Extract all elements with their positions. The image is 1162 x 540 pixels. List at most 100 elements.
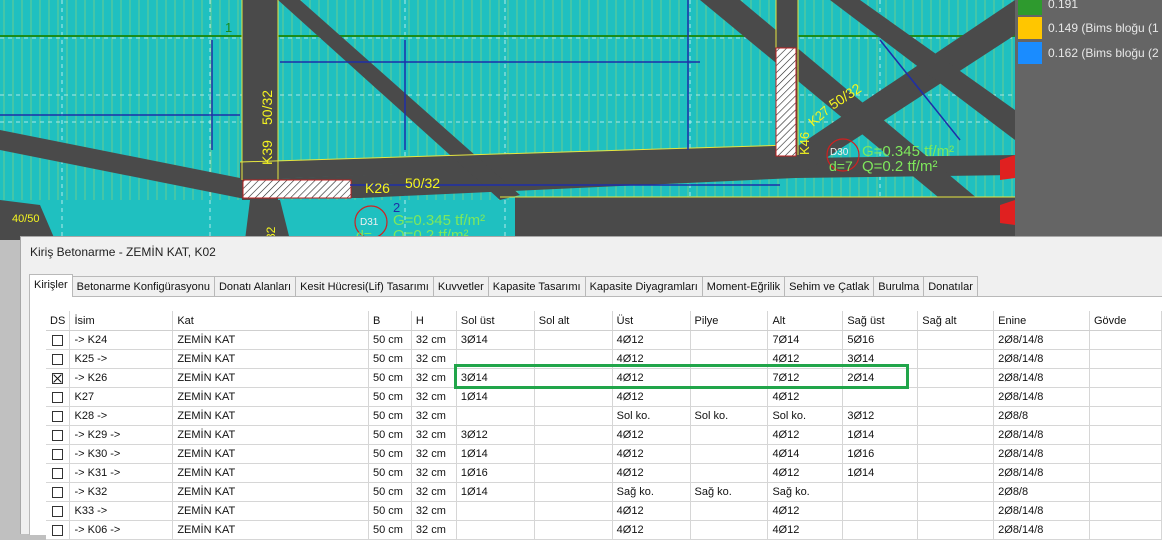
floor-cell[interactable]: ZEMİN KAT [172, 406, 369, 426]
width-cell[interactable]: 50 cm [368, 349, 412, 369]
bottom-rebar-cell[interactable]: 4Ø14 [767, 444, 844, 464]
ds-checkbox[interactable] [52, 486, 64, 498]
table-row[interactable]: K27 ZEMİN KAT 50 cm 32 cm 1Ø14 4Ø12 4Ø12 2Ø8/14… [46, 387, 1162, 407]
tab-burulma[interactable]: Burulma [873, 276, 925, 297]
left-top-rebar-cell[interactable]: 1Ø16 [456, 463, 535, 483]
right-top-rebar-cell[interactable]: 1Ø16 [842, 444, 919, 464]
top-rebar-cell[interactable]: 4Ø12 [612, 368, 691, 388]
floor-cell[interactable]: ZEMİN KAT [172, 368, 369, 388]
table-row[interactable]: -> K29 -> ZEMİN KAT 50 cm 32 cm 3Ø12 4Ø12 4Ø12… [46, 425, 1162, 445]
floor-cell[interactable]: ZEMİN KAT [172, 425, 369, 445]
ds-checkbox[interactable] [52, 372, 64, 384]
left-top-rebar-cell[interactable]: 1Ø14 [456, 482, 535, 502]
left-top-rebar-cell[interactable]: 3Ø12 [456, 425, 535, 445]
ds-checkbox[interactable] [52, 467, 64, 479]
left-top-rebar-cell[interactable] [456, 501, 535, 521]
web-rebar-cell[interactable] [1089, 520, 1162, 540]
stirrup-cell[interactable]: 2Ø8/14/8 [993, 501, 1090, 521]
ds-checkbox[interactable] [52, 353, 64, 365]
top-rebar-cell[interactable]: 4Ø12 [612, 501, 691, 521]
right-top-rebar-cell[interactable] [842, 482, 919, 502]
height-cell[interactable]: 32 cm [411, 463, 457, 483]
bent-rebar-cell[interactable]: Sağ ko. [690, 482, 769, 502]
left-bottom-rebar-cell[interactable] [534, 463, 613, 483]
height-cell[interactable]: 32 cm [411, 330, 457, 350]
tab-kapasite-diyagramlari[interactable]: Kapasite Diyagramları [584, 276, 703, 297]
column-header[interactable]: Sağ üst [842, 311, 919, 331]
bent-rebar-cell[interactable] [690, 463, 769, 483]
right-bottom-rebar-cell[interactable] [917, 444, 995, 464]
beam-name-cell[interactable]: -> K24 [69, 330, 174, 350]
left-top-rebar-cell[interactable]: 3Ø14 [456, 330, 535, 350]
top-rebar-cell[interactable]: 4Ø12 [612, 349, 691, 369]
top-rebar-cell[interactable]: Sağ ko. [612, 482, 691, 502]
left-bottom-rebar-cell[interactable] [534, 520, 613, 540]
tab-betonarme-konfigurasyonu[interactable]: Betonarme Konfigürasyonu [71, 276, 215, 297]
column-header[interactable]: H [411, 311, 457, 331]
column-header[interactable]: İsim [69, 311, 174, 331]
stirrup-cell[interactable]: 2Ø8/14/8 [993, 520, 1090, 540]
stirrup-cell[interactable]: 2Ø8/14/8 [993, 387, 1090, 407]
right-bottom-rebar-cell[interactable] [917, 501, 995, 521]
top-rebar-cell[interactable]: 4Ø12 [612, 425, 691, 445]
right-top-rebar-cell[interactable]: 2Ø14 [842, 368, 919, 388]
tab-donatilar[interactable]: Donatılar [923, 276, 978, 297]
column-header[interactable]: Üst [612, 311, 691, 331]
web-rebar-cell[interactable] [1089, 368, 1162, 388]
width-cell[interactable]: 50 cm [368, 501, 412, 521]
height-cell[interactable]: 32 cm [411, 406, 457, 426]
bottom-rebar-cell[interactable]: Sol ko. [767, 406, 844, 426]
right-bottom-rebar-cell[interactable] [917, 330, 995, 350]
left-top-rebar-cell[interactable] [456, 349, 535, 369]
bottom-rebar-cell[interactable]: 4Ø12 [767, 349, 844, 369]
left-top-rebar-cell[interactable]: 3Ø14 [456, 368, 535, 388]
left-bottom-rebar-cell[interactable] [534, 368, 613, 388]
top-rebar-cell[interactable]: Sol ko. [612, 406, 691, 426]
bottom-rebar-cell[interactable]: 4Ø12 [767, 501, 844, 521]
right-top-rebar-cell[interactable] [842, 501, 919, 521]
right-top-rebar-cell[interactable]: 3Ø12 [842, 406, 919, 426]
table-row[interactable]: -> K06 -> ZEMİN KAT 50 cm 32 cm 4Ø12 4Ø12 2Ø8/… [46, 520, 1162, 540]
left-bottom-rebar-cell[interactable] [534, 387, 613, 407]
right-top-rebar-cell[interactable] [842, 520, 919, 540]
right-top-rebar-cell[interactable]: 3Ø14 [842, 349, 919, 369]
floor-cell[interactable]: ZEMİN KAT [172, 501, 369, 521]
web-rebar-cell[interactable] [1089, 387, 1162, 407]
ds-checkbox[interactable] [52, 505, 64, 517]
bent-rebar-cell[interactable] [690, 425, 769, 445]
beam-name-cell[interactable]: -> K32 [69, 482, 174, 502]
column-header[interactable]: Kat [172, 311, 369, 331]
floor-cell[interactable]: ZEMİN KAT [172, 463, 369, 483]
top-rebar-cell[interactable]: 4Ø12 [612, 387, 691, 407]
left-bottom-rebar-cell[interactable] [534, 501, 613, 521]
column-header[interactable]: Sağ alt [917, 311, 995, 331]
right-bottom-rebar-cell[interactable] [917, 349, 995, 369]
bottom-rebar-cell[interactable]: Sağ ko. [767, 482, 844, 502]
web-rebar-cell[interactable] [1089, 425, 1162, 445]
cad-drawing-canvas[interactable]: K39 50/32 K26 50/32 50/32 K27 K46 40/50 … [0, 0, 1015, 240]
beam-name-cell[interactable]: -> K06 -> [69, 520, 174, 540]
floor-cell[interactable]: ZEMİN KAT [172, 387, 369, 407]
tab-kesit-hucresi[interactable]: Kesit Hücresi(Lif) Tasarımı [295, 276, 434, 297]
table-row[interactable]: -> K30 -> ZEMİN KAT 50 cm 32 cm 1Ø14 4Ø12 4Ø14… [46, 444, 1162, 464]
top-rebar-cell[interactable]: 4Ø12 [612, 330, 691, 350]
column-header[interactable]: B [368, 311, 412, 331]
bent-rebar-cell[interactable] [690, 368, 769, 388]
stirrup-cell[interactable]: 2Ø8/14/8 [993, 330, 1090, 350]
width-cell[interactable]: 50 cm [368, 520, 412, 540]
height-cell[interactable]: 32 cm [411, 387, 457, 407]
stirrup-cell[interactable]: 2Ø8/14/8 [993, 425, 1090, 445]
tab-kuvvetler[interactable]: Kuvvetler [432, 276, 489, 297]
left-top-rebar-cell[interactable] [456, 520, 535, 540]
width-cell[interactable]: 50 cm [368, 482, 412, 502]
width-cell[interactable]: 50 cm [368, 463, 412, 483]
bent-rebar-cell[interactable] [690, 330, 769, 350]
beam-name-cell[interactable]: -> K31 -> [69, 463, 174, 483]
bent-rebar-cell[interactable]: Sol ko. [690, 406, 769, 426]
floor-cell[interactable]: ZEMİN KAT [172, 482, 369, 502]
bottom-rebar-cell[interactable]: 4Ø12 [767, 520, 844, 540]
bottom-rebar-cell[interactable]: 7Ø14 [767, 330, 844, 350]
width-cell[interactable]: 50 cm [368, 406, 412, 426]
beam-name-cell[interactable]: -> K26 [69, 368, 174, 388]
column-hatched[interactable] [242, 179, 352, 199]
